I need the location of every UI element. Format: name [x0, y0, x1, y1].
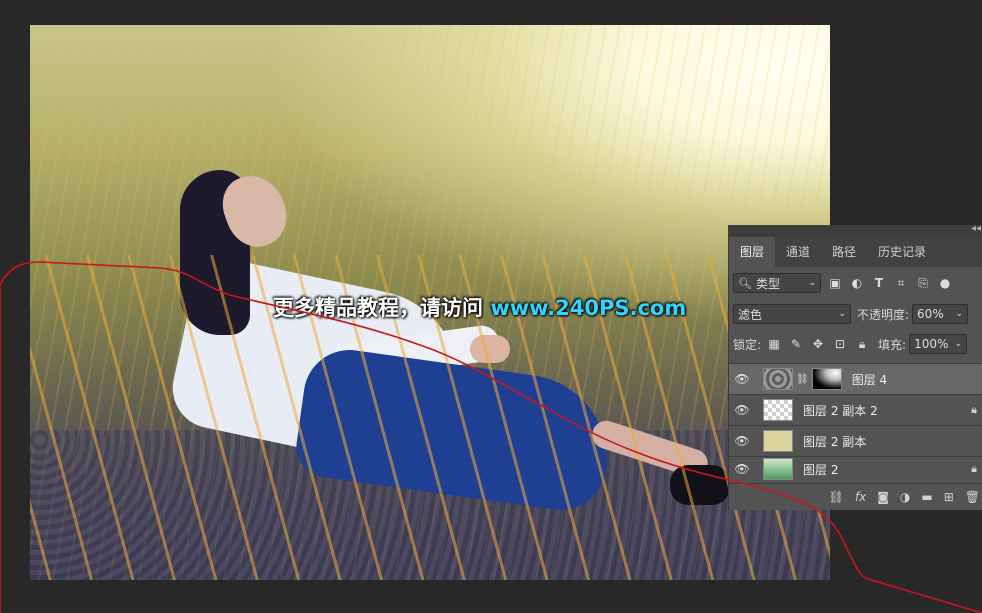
annotation-path — [0, 261, 982, 613]
annotation-outline — [0, 261, 982, 613]
